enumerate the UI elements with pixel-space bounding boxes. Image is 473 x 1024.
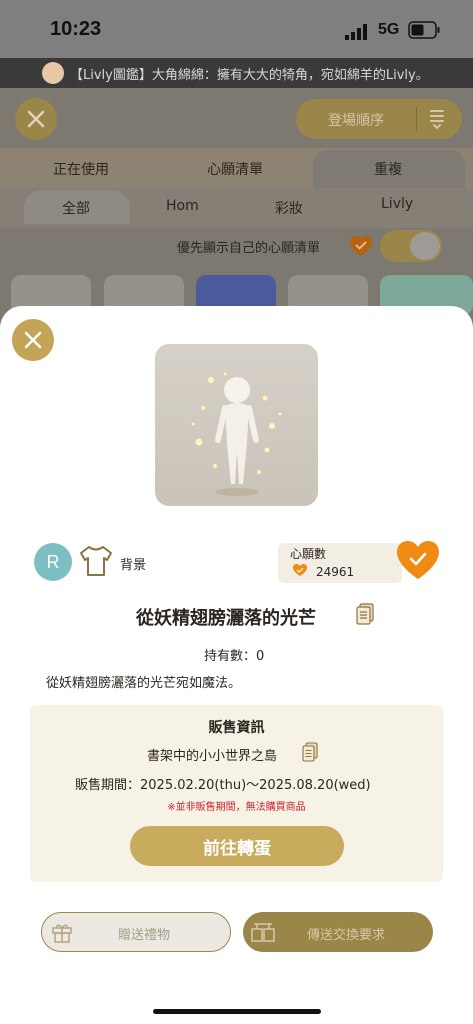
trade-icon <box>251 923 275 942</box>
trade-request-label: 傳送交換要求 <box>307 928 386 943</box>
battery-icon <box>408 21 440 39</box>
sale-venue: 書架中的小小世界之島 <box>147 749 278 764</box>
category-makeup[interactable]: 彩妝 <box>275 198 303 218</box>
document-icon[interactable] <box>302 742 318 762</box>
tab-duplicate-label: 重複 <box>374 162 402 178</box>
close-icon <box>27 110 45 128</box>
tab-wishlist[interactable]: 心願清單 <box>207 159 263 179</box>
wishlist-heart-button[interactable] <box>394 538 442 582</box>
sort-divider <box>416 107 417 131</box>
ticker-text: 【Livly圖鑑】大角綿綿：擁有大大的犄角，宛如綿羊的Livly。 <box>70 68 429 83</box>
go-to-gacha-button[interactable]: 前往轉蛋 <box>130 826 344 866</box>
gift-icon <box>52 924 72 943</box>
signal-icon <box>345 24 367 40</box>
rarity-badge: R <box>34 543 72 581</box>
wishlist-toggle-label: 優先顯示自己的心願清單 <box>177 241 321 256</box>
shirt-icon <box>80 546 112 576</box>
sale-period: 販售期間：2025.02.20(thu)～2025.08.20(wed) <box>75 778 371 793</box>
send-gift-label: 贈送禮物 <box>118 928 171 943</box>
item-preview-image <box>155 344 318 506</box>
item-name: 從妖精翅膀灑落的光芒 <box>136 608 316 629</box>
wish-count-value: 24961 <box>316 565 355 579</box>
heart-icon <box>350 236 372 256</box>
sort-order-icon[interactable] <box>428 108 446 130</box>
category-livly[interactable]: Livly <box>381 196 413 212</box>
background-close-button[interactable] <box>15 98 57 140</box>
livly-avatar <box>42 62 64 84</box>
status-time: 10:23 <box>50 18 102 40</box>
tab-in-use[interactable]: 正在使用 <box>53 159 109 179</box>
news-ticker[interactable]: 【Livly圖鑑】大角綿綿：擁有大大的犄角，宛如綿羊的Livly。 <box>0 58 473 88</box>
category-all-label: 全部 <box>62 201 90 217</box>
category-hom[interactable]: Hom <box>166 198 199 214</box>
document-icon[interactable] <box>356 603 374 625</box>
sale-warning: ※並非販售期間，無法購買商品 <box>167 802 306 813</box>
network-label: 5G <box>378 21 400 38</box>
fairy-light-illustration <box>191 372 282 496</box>
owned-count: 持有數：0 <box>204 649 265 664</box>
toggle-knob <box>410 232 440 260</box>
wish-count-title: 心願數 <box>290 547 327 561</box>
item-category: 背景 <box>120 558 147 573</box>
home-indicator[interactable] <box>153 1009 321 1014</box>
sale-info-title: 販售資訊 <box>208 720 265 736</box>
small-heart-icon <box>293 564 307 576</box>
close-button[interactable] <box>12 319 54 361</box>
item-description: 從妖精翅膀灑落的光芒宛如魔法。 <box>46 676 242 691</box>
sort-label: 登場順序 <box>328 113 384 129</box>
close-icon <box>24 331 42 349</box>
